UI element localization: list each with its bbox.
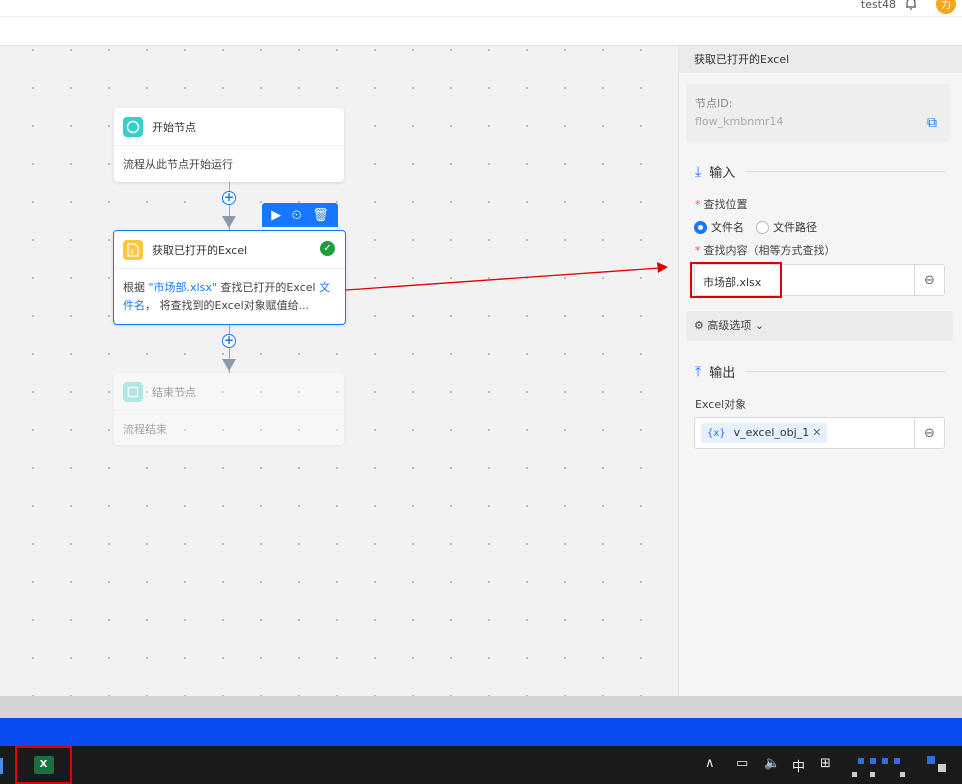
excel-object-input[interactable]: {x} v_excel_obj_1 ✕ ⊖	[694, 417, 945, 449]
search-content-label: * 查找内容（相等方式查找）	[695, 244, 836, 257]
get-excel-node[interactable]: X 获取已打开的Excel ✓ 根据 "市场部.xlsx" 查找已打开的Exce…	[113, 230, 346, 325]
clear-circle-icon[interactable]: ⊖	[914, 265, 944, 295]
input-section-label: 输入	[709, 166, 736, 181]
excel-taskbar-button[interactable]: X	[15, 746, 72, 784]
notification-icon[interactable]	[938, 764, 946, 772]
node-id-box: 节点ID: flow_kmbnmr14 ⧉	[686, 84, 951, 142]
arrow-down-icon	[222, 359, 236, 371]
desc-file: "市场部.xlsx"	[148, 281, 217, 294]
input-icon: ⤓	[695, 163, 702, 180]
start-node-title: 开始节点	[152, 120, 196, 134]
pixelated-clock	[852, 772, 857, 777]
arrow-down-icon	[222, 216, 236, 228]
desc-prefix: 根据	[123, 281, 149, 294]
start-node-icon	[123, 116, 143, 137]
desc-suffix: ， 将查找到的Excel对象赋值给...	[145, 299, 310, 312]
copy-icon[interactable]: ⧉	[927, 116, 941, 130]
status-strip	[0, 718, 962, 746]
battery-icon[interactable]: ▭	[736, 756, 748, 771]
output-section-label: 输出	[709, 366, 736, 381]
timer-icon[interactable]: ⏲	[292, 208, 302, 223]
search-position-label: * 查找位置	[695, 198, 748, 211]
search-position-radio-group: 文件名 文件路径	[694, 219, 829, 235]
end-node-desc: 流程结束	[123, 423, 167, 436]
os-taskbar: X ∧ ▭ 🔈 中 ⊞	[0, 746, 962, 784]
output-icon: ⤒	[695, 363, 702, 380]
start-node-desc: 流程从此节点开始运行	[123, 158, 233, 171]
add-node-plus-icon[interactable]: +	[222, 334, 236, 348]
success-check-icon: ✓	[320, 241, 335, 256]
pixelated-clock	[894, 758, 900, 764]
pixelated-clock	[870, 758, 876, 764]
output-section-title: ⤒ 输出	[695, 362, 945, 381]
radio-filepath[interactable]: 文件路径	[756, 219, 817, 235]
advanced-options-toggle[interactable]: ⚙ 高级选项 ⌄	[686, 311, 953, 341]
pixelated-clock	[858, 758, 864, 764]
add-node-plus-icon[interactable]: +	[222, 191, 236, 205]
horizontal-scrollbar[interactable]	[0, 696, 962, 718]
avatar[interactable]: 力	[936, 0, 956, 14]
ime-indicator[interactable]: 中	[792, 756, 805, 775]
gear-icon: ⚙	[694, 319, 704, 332]
node-id-value: flow_kmbnmr14	[695, 115, 784, 128]
taskbar-app-icon[interactable]	[0, 758, 3, 774]
volume-icon[interactable]: 🔈	[764, 756, 780, 771]
excel-node-title: 获取已打开的Excel	[152, 243, 248, 257]
variable-name: v_excel_obj_1	[733, 426, 810, 439]
notification-icon[interactable]	[927, 756, 935, 764]
clear-circle-icon[interactable]: ⊖	[914, 418, 944, 448]
search-content-input[interactable]: 市场部.xlsx ⊖	[694, 264, 945, 296]
svg-text:X: X	[130, 249, 134, 256]
top-bar: test48 力	[0, 0, 962, 17]
excel-file-icon: X	[123, 239, 143, 260]
bell-icon[interactable]	[904, 0, 918, 11]
excel-app-icon: X	[33, 756, 54, 774]
node-action-bar: ▶ ⏲ 🗑	[262, 203, 338, 227]
username[interactable]: test48	[861, 0, 896, 11]
keyboard-grid-icon[interactable]: ⊞	[820, 756, 831, 771]
excel-node-desc: 根据 "市场部.xlsx" 查找已打开的Excel 文件名， 将查找到的Exce…	[114, 269, 345, 325]
flow-canvas[interactable]: 开始节点 流程从此节点开始运行 + ▶ ⏲ 🗑 X 获取已打开的Excel ✓ …	[0, 46, 678, 696]
properties-panel: 获取已打开的Excel 节点ID: flow_kmbnmr14 ⧉ ⤓ 输入 *…	[678, 46, 962, 696]
desc-mid: 查找已打开的Excel	[216, 281, 320, 294]
end-node-title: 结束节点	[152, 385, 196, 399]
radio-filename[interactable]: 文件名	[694, 219, 744, 235]
chevron-down-icon: ⌄	[754, 319, 765, 332]
remove-tag-icon[interactable]: ✕	[812, 426, 821, 439]
end-node[interactable]: 结束节点 流程结束	[114, 373, 344, 445]
excel-object-label: Excel对象	[695, 398, 747, 411]
pixelated-clock	[900, 772, 905, 777]
end-node-icon	[123, 381, 143, 402]
panel-title: 获取已打开的Excel	[679, 46, 962, 73]
toolbar	[0, 17, 962, 46]
variable-icon: {x}	[707, 428, 726, 439]
node-id-label: 节点ID:	[695, 97, 733, 110]
pixelated-clock	[870, 772, 875, 777]
delete-icon[interactable]: 🗑	[312, 208, 329, 223]
advanced-options-label: 高级选项	[707, 319, 752, 332]
run-icon[interactable]: ▶	[271, 208, 281, 223]
variable-tag[interactable]: {x} v_excel_obj_1 ✕	[701, 423, 828, 443]
chevron-up-icon[interactable]: ∧	[705, 756, 715, 771]
pixelated-clock	[882, 758, 888, 764]
start-node[interactable]: 开始节点 流程从此节点开始运行	[114, 108, 344, 182]
search-content-value: 市场部.xlsx	[703, 276, 762, 289]
input-section-title: ⤓ 输入	[695, 162, 945, 181]
